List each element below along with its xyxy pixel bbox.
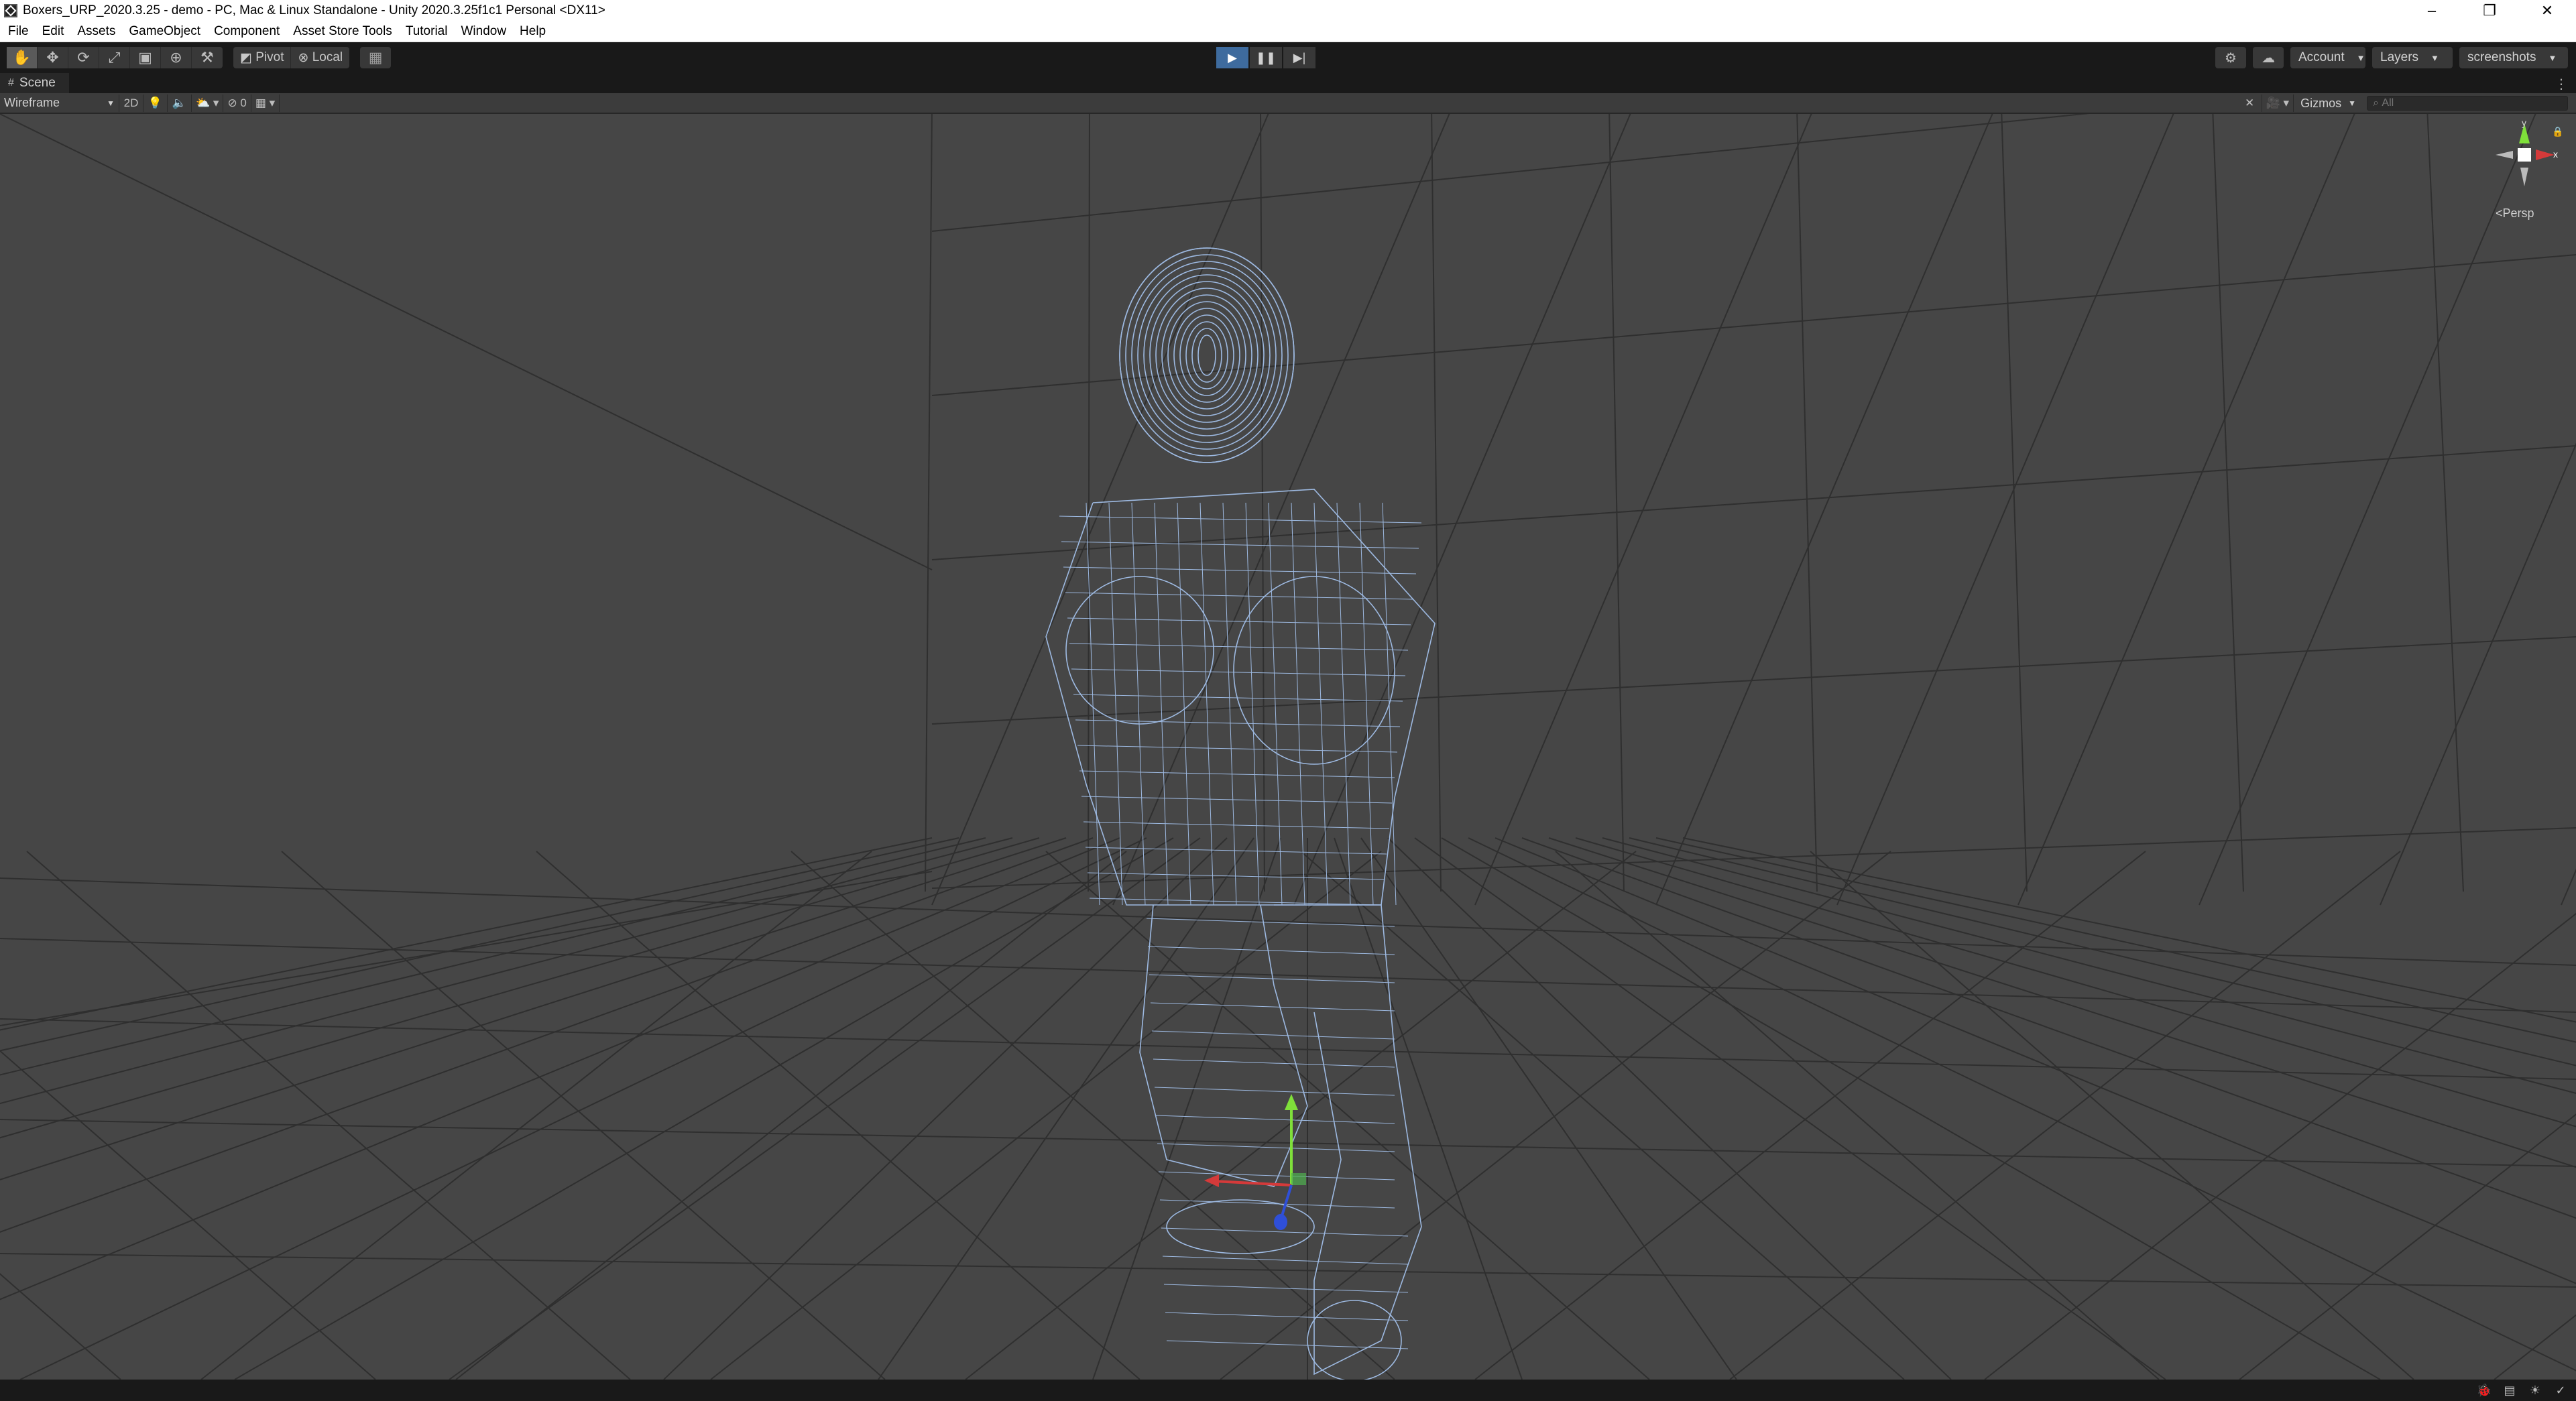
unity-app-icon	[4, 4, 17, 17]
hidden-count: 0	[240, 96, 247, 109]
axis-x-label: x	[2553, 149, 2558, 160]
console-icon[interactable]: ▤	[2501, 1382, 2518, 1399]
scale-tool-icon[interactable]: ⤢	[99, 47, 130, 68]
rect-tool-icon[interactable]: ▣	[130, 47, 161, 68]
menu-component[interactable]: Component	[207, 24, 286, 39]
hidden-objects-toggle[interactable]: ⊘ 0	[223, 94, 251, 112]
rotate-tool-icon[interactable]: ⟳	[68, 47, 99, 68]
menu-help[interactable]: Help	[513, 24, 552, 39]
boxer-wireframe-mesh	[1045, 247, 1436, 1380]
local-icon: ⊗	[298, 50, 312, 65]
effects-toggle-icon[interactable]: ⛅ ▾	[192, 94, 224, 112]
lighting-toggle-icon[interactable]: 💡	[143, 94, 168, 112]
layers-label: Layers	[2380, 50, 2419, 64]
projection-label: Persp	[2502, 206, 2534, 220]
pivot-label: Pivot	[255, 50, 284, 64]
axis-y-label: y	[2522, 118, 2526, 128]
lighting-icon[interactable]: ☀	[2526, 1382, 2544, 1399]
check-icon[interactable]: ✓	[2552, 1382, 2569, 1399]
layout-label: screenshots	[2467, 50, 2536, 64]
bug-icon[interactable]: 🐞	[2475, 1382, 2493, 1399]
draw-mode-label: Wireframe	[4, 96, 60, 109]
grid-toggle-icon[interactable]: ▦ ▾	[251, 94, 280, 112]
draw-mode-dropdown[interactable]: Wireframe ▼	[0, 94, 119, 112]
2d-toggle[interactable]: 2D	[119, 94, 143, 112]
eye-slash-icon: ⊘	[227, 96, 241, 109]
menu-asset-store-tools[interactable]: Asset Store Tools	[286, 24, 399, 39]
gizmos-label: Gizmos	[2300, 96, 2342, 110]
menu-bar: File Edit Assets GameObject Component As…	[0, 21, 2576, 42]
lock-icon[interactable]: 🔒	[2552, 126, 2563, 137]
orientation-gizmo[interactable]: y x	[2487, 118, 2561, 192]
transform-tools: ✋ ✥ ⟳ ⤢ ▣ ⊕ ⚒	[7, 47, 223, 68]
maximize-button[interactable]: ❐	[2461, 0, 2518, 21]
menu-gameobject[interactable]: GameObject	[122, 24, 207, 39]
transform-gizmo[interactable]	[1204, 1094, 1306, 1230]
status-bar: 🐞 ▤ ☀ ✓	[0, 1380, 2576, 1401]
layout-dropdown[interactable]: screenshots ▼	[2459, 47, 2568, 68]
gizmos-dropdown[interactable]: Gizmos ▼	[2294, 97, 2363, 111]
scene-viewport[interactable]	[0, 114, 2576, 1380]
scene-search-field[interactable]: ⌕	[2367, 96, 2568, 111]
account-label: Account	[2298, 50, 2345, 64]
camera-icon[interactable]: 🎥 ▾	[2262, 95, 2294, 112]
chevron-down-icon: ▼	[2348, 99, 2356, 108]
menu-tutorial[interactable]: Tutorial	[399, 24, 455, 39]
scene-search-input[interactable]	[2382, 97, 2557, 109]
play-icon[interactable]: ▶	[1216, 47, 1248, 68]
window-title-bar: Boxers_URP_2020.3.25 - demo - PC, Mac & …	[0, 0, 2576, 21]
menu-window[interactable]: Window	[454, 24, 513, 39]
pause-icon[interactable]: ❚❚	[1250, 47, 1282, 68]
scene-view-toolbar: Wireframe ▼ 2D 💡 🔈 ⛅ ▾ ⊘ 0 ▦ ▾ ✕ 🎥 ▾ Giz…	[0, 93, 2576, 113]
cloud-icon[interactable]: ☁	[2253, 47, 2284, 68]
search-icon: ⌕	[2373, 97, 2382, 109]
account-dropdown[interactable]: Account ▼	[2290, 47, 2365, 68]
local-toggle[interactable]: ⊗ Local	[291, 47, 349, 68]
local-label: Local	[312, 50, 343, 64]
more-options-icon[interactable]: ⋮	[2555, 76, 2568, 93]
custom-tool-icon[interactable]: ⚒	[192, 47, 223, 68]
scene-toolbar-right: ✕ 🎥 ▾ Gizmos ▼ ⌕	[2238, 95, 2568, 112]
hand-tool-icon[interactable]: ✋	[7, 47, 38, 68]
chevron-down-icon: ▼	[2356, 52, 2365, 63]
collab-icon[interactable]: ⚙	[2215, 47, 2246, 68]
minimize-button[interactable]: –	[2403, 0, 2461, 21]
move-tool-icon[interactable]: ✥	[38, 47, 68, 68]
pivot-icon: ◩	[240, 50, 256, 65]
main-toolbar: ✋ ✥ ⟳ ⤢ ▣ ⊕ ⚒ ◩ Pivot ⊗ Local ▦ ▶ ❚❚ ▶| …	[0, 42, 2576, 73]
tools-icon[interactable]: ✕	[2238, 95, 2262, 112]
transform-tool-icon[interactable]: ⊕	[161, 47, 192, 68]
toolbar-right: ⚙ ☁ Account ▼ Layers ▼ screenshots ▼	[2209, 47, 2568, 68]
window-title: Boxers_URP_2020.3.25 - demo - PC, Mac & …	[23, 3, 605, 17]
pivot-toggle[interactable]: ◩ Pivot	[233, 47, 292, 68]
2d-label: 2D	[123, 96, 139, 109]
window-controls: – ❐ ✕	[2403, 0, 2576, 21]
scene-grid	[0, 114, 2576, 1380]
audio-toggle-icon[interactable]: 🔈	[168, 94, 192, 112]
scene-tab-bar: # Scene ⋮	[0, 73, 2576, 93]
step-icon[interactable]: ▶|	[1283, 47, 1315, 68]
chevron-down-icon: ▼	[107, 98, 115, 108]
playback-controls: ▶ ❚❚ ▶|	[1216, 47, 1317, 68]
menu-assets[interactable]: Assets	[70, 24, 122, 39]
tab-scene[interactable]: # Scene	[0, 73, 69, 93]
projection-toggle[interactable]: <Persp	[2496, 206, 2534, 221]
chevron-down-icon: ▼	[2431, 52, 2439, 63]
back-arrow-icon: <	[2496, 206, 2503, 220]
handle-position-toggles: ◩ Pivot ⊗ Local	[233, 47, 350, 68]
chevron-down-icon: ▼	[2548, 52, 2557, 63]
menu-edit[interactable]: Edit	[36, 24, 71, 39]
layers-dropdown[interactable]: Layers ▼	[2372, 47, 2453, 68]
scene-tab-icon: #	[8, 77, 14, 88]
menu-file[interactable]: File	[0, 24, 36, 39]
grid-snap-icon[interactable]: ▦	[360, 47, 392, 68]
scene-tab-label: Scene	[19, 76, 56, 90]
close-button[interactable]: ✕	[2518, 0, 2576, 21]
